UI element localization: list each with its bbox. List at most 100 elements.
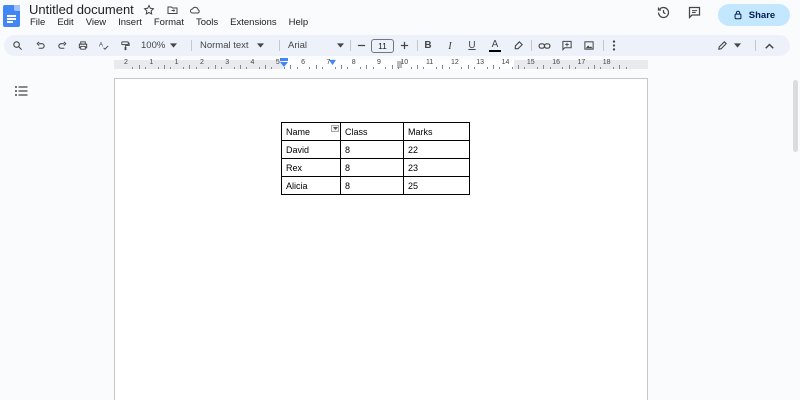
ruler-tick: [284, 67, 286, 69]
table-cell-text: Name: [286, 126, 311, 137]
editing-mode-select[interactable]: [714, 35, 744, 56]
ruler-tick: [239, 65, 241, 69]
insert-comment-icon[interactable]: [559, 35, 575, 56]
ruler-tick: [322, 67, 324, 69]
table-row: Alicia 8 25: [281, 176, 470, 195]
decrease-font-size-icon[interactable]: [355, 35, 367, 56]
table-cell[interactable]: David: [281, 140, 341, 159]
move-folder-icon[interactable]: [165, 3, 179, 17]
title-bar: Untitled document File Edit View Insert …: [0, 0, 800, 34]
ruler-tick: [587, 67, 589, 69]
ruler-number: 10: [400, 59, 409, 66]
table-cell[interactable]: Alicia: [281, 176, 341, 195]
table-row: Rex 8 23: [281, 158, 470, 177]
search-menus-icon[interactable]: [10, 35, 24, 56]
ruler-tick: [619, 65, 621, 69]
svg-text:A: A: [99, 42, 103, 48]
print-icon[interactable]: [76, 35, 90, 56]
ruler-tick: [423, 67, 425, 69]
text-color-icon[interactable]: A: [488, 35, 502, 56]
hide-menus-chevron-up-icon[interactable]: [762, 35, 776, 56]
paint-format-icon[interactable]: [118, 35, 132, 56]
table-row: Name Class Marks: [281, 122, 470, 141]
ruler-number: 8: [351, 59, 356, 66]
paragraph-style-value: Normal text: [200, 40, 249, 51]
spellcheck-icon[interactable]: A: [97, 35, 111, 56]
ruler-number: 14: [501, 59, 510, 66]
table-cell[interactable]: Rex: [281, 158, 341, 177]
ruler-tick: [163, 65, 165, 69]
ruler-number: 5: [275, 59, 280, 66]
ruler-tick: [233, 67, 235, 69]
menu-tools[interactable]: Tools: [196, 17, 226, 28]
table-cell[interactable]: 25: [403, 176, 470, 195]
table-cell[interactable]: 8: [340, 158, 404, 177]
table-cell-header-marks[interactable]: Marks: [403, 122, 470, 141]
redo-icon[interactable]: [55, 35, 69, 56]
more-options-icon[interactable]: [608, 35, 620, 56]
comments-icon[interactable]: [687, 5, 702, 25]
table-cell-header-name[interactable]: Name: [281, 122, 341, 141]
table-cell[interactable]: 23: [403, 158, 470, 177]
increase-font-size-icon[interactable]: [398, 35, 410, 56]
ruler-number: 7: [326, 59, 331, 66]
separator: [279, 40, 280, 51]
ruler-tick: [537, 67, 539, 69]
paragraph-style-select[interactable]: Normal text: [200, 35, 272, 56]
document-outline-icon[interactable]: [15, 83, 28, 101]
document-page[interactable]: Name Class Marks David 8 22 Rex 8 23 Ali…: [114, 78, 648, 400]
ruler-tick: [347, 67, 349, 69]
share-button[interactable]: Share: [718, 4, 790, 26]
font-size-field[interactable]: 11: [370, 35, 395, 56]
title-icons: [142, 3, 202, 17]
italic-icon[interactable]: I: [444, 35, 456, 56]
highlight-color-icon[interactable]: [511, 35, 525, 56]
menu-insert[interactable]: Insert: [118, 17, 150, 28]
insert-link-icon[interactable]: [536, 35, 552, 56]
ruler-tick: [442, 65, 444, 69]
cloud-saved-icon[interactable]: [188, 3, 202, 17]
menu-view[interactable]: View: [86, 17, 114, 28]
version-history-icon[interactable]: [656, 5, 671, 25]
table-filter-chevron-icon[interactable]: [331, 125, 339, 132]
first-line-indent-marker-icon[interactable]: [279, 58, 289, 67]
font-size-value[interactable]: 11: [371, 38, 394, 53]
ruler-tick: [385, 67, 387, 69]
ruler-tick: [315, 65, 317, 69]
ruler-tick: [397, 67, 399, 69]
vertical-scrollbar[interactable]: [793, 80, 798, 152]
table-cell[interactable]: 22: [403, 140, 470, 159]
table-cell-header-class[interactable]: Class: [340, 122, 404, 141]
ruler-tick: [448, 67, 450, 69]
docs-logo-icon[interactable]: [3, 5, 20, 27]
font-family-select[interactable]: Arial: [288, 35, 344, 56]
menu-format[interactable]: Format: [154, 17, 192, 28]
ruler-tick: [334, 67, 336, 69]
underline-icon[interactable]: U: [466, 35, 478, 56]
document-title[interactable]: Untitled document: [29, 2, 134, 17]
menu-edit[interactable]: Edit: [57, 17, 81, 28]
ruler-tick: [208, 67, 210, 69]
horizontal-ruler[interactable]: 2 1 1 2 3 4 5 6 7 8 9 10 11 12 13 14 15 16 17 18: [114, 58, 648, 71]
ruler-tick: [594, 65, 596, 69]
table-cell[interactable]: 8: [340, 140, 404, 159]
ruler-tick: [492, 65, 494, 69]
bold-icon[interactable]: B: [422, 35, 434, 56]
star-icon[interactable]: [142, 3, 156, 17]
ruler-tick: [467, 65, 469, 69]
document-table[interactable]: Name Class Marks David 8 22 Rex 8 23 Ali…: [281, 122, 470, 195]
chevron-down-icon: [337, 43, 344, 48]
table-cell[interactable]: 8: [340, 176, 404, 195]
ruler-tick: [258, 67, 260, 69]
insert-image-icon[interactable]: [581, 35, 597, 56]
menu-file[interactable]: File: [30, 17, 53, 28]
ruler-tick: [625, 67, 627, 69]
ruler-tick: [246, 67, 248, 69]
menu-help[interactable]: Help: [289, 17, 317, 28]
ruler-tick: [290, 65, 292, 69]
ruler-number: 2: [124, 59, 128, 66]
undo-icon[interactable]: [33, 35, 47, 56]
menu-extensions[interactable]: Extensions: [230, 17, 284, 28]
zoom-select[interactable]: 100%: [141, 35, 185, 56]
top-right-actions: Share: [656, 4, 790, 26]
